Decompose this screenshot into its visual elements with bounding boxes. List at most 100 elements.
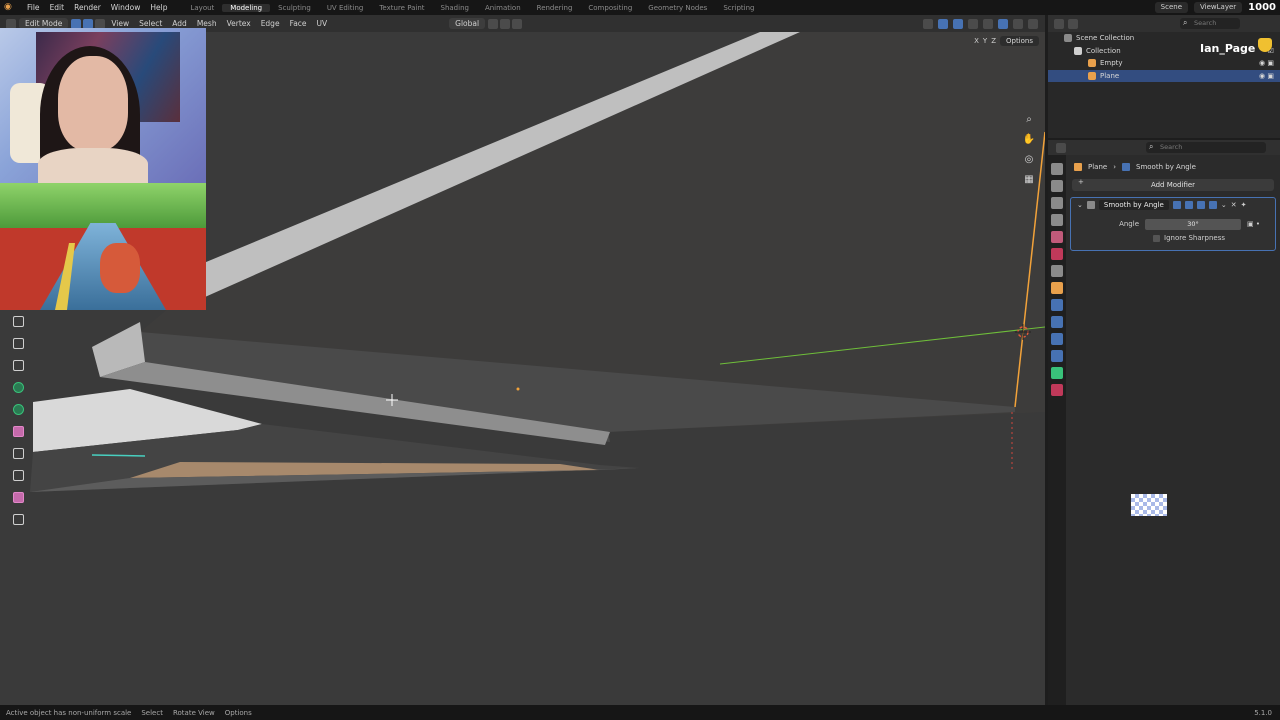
angle-field[interactable]: 30° — [1145, 218, 1241, 230]
tab-scripting[interactable]: Scripting — [715, 4, 762, 12]
tab-animation[interactable]: Animation — [477, 4, 529, 12]
edge-select-icon[interactable] — [83, 18, 94, 29]
tool-rip[interactable] — [8, 510, 28, 529]
render-toggle-icon[interactable] — [1208, 201, 1217, 209]
face-select-icon[interactable] — [95, 18, 106, 29]
tab-rendering[interactable]: Rendering — [529, 4, 581, 12]
particles-tab-icon[interactable] — [1051, 316, 1063, 328]
mirror-axis-x[interactable]: X — [974, 37, 979, 45]
mirror-axis-y[interactable]: Y — [983, 37, 987, 45]
scene-tab-icon[interactable] — [1051, 231, 1063, 243]
tool-spin[interactable] — [8, 444, 28, 463]
mirror-axis-z[interactable]: Z — [991, 37, 996, 45]
camera-view-icon[interactable]: ◎ — [1021, 152, 1037, 168]
material-shading-icon[interactable] — [1013, 18, 1023, 29]
tab-uv-editing[interactable]: UV Editing — [319, 4, 372, 12]
xray-icon[interactable] — [968, 18, 978, 29]
menu-edit[interactable]: Edit — [45, 3, 70, 12]
tool-extrude[interactable] — [8, 312, 28, 331]
transform-orientation-selector[interactable]: Global — [449, 18, 486, 29]
tool-bevel[interactable] — [8, 356, 28, 375]
constraints-tab-icon[interactable] — [1051, 350, 1063, 362]
menu-help[interactable]: Help — [145, 3, 172, 12]
tab-shading[interactable]: Shading — [433, 4, 477, 12]
collection-tab-icon[interactable] — [1051, 265, 1063, 277]
vertex-select-icon[interactable] — [71, 18, 82, 29]
chevron-down-icon[interactable]: ⌄ — [1077, 201, 1083, 209]
snap-icon[interactable] — [500, 18, 511, 29]
display-mode-icon[interactable] — [1068, 18, 1078, 29]
pivot-icon[interactable] — [488, 18, 499, 29]
tool-knife[interactable] — [8, 400, 28, 419]
menu-edge[interactable]: Edge — [256, 19, 285, 28]
pin-icon[interactable]: ✦ — [1241, 201, 1247, 209]
edit-mode-toggle-icon[interactable] — [1172, 201, 1181, 209]
add-modifier-button[interactable]: Add Modifier — [1072, 178, 1274, 191]
data-tab-icon[interactable] — [1051, 367, 1063, 379]
menu-uv[interactable]: UV — [312, 19, 333, 28]
menu-view[interactable]: View — [106, 19, 134, 28]
menu-file[interactable]: File — [22, 3, 45, 12]
close-icon[interactable]: ✕ — [1231, 201, 1237, 209]
physics-tab-icon[interactable] — [1051, 333, 1063, 345]
options-dropdown[interactable]: Options — [999, 36, 1039, 46]
tab-modeling[interactable]: Modeling — [222, 3, 271, 12]
menu-select[interactable]: Select — [134, 19, 167, 28]
eye-icon[interactable]: ◉ ▣ — [1259, 72, 1274, 80]
render-tab-icon[interactable] — [1051, 180, 1063, 192]
outliner-search-input[interactable]: Search — [1180, 17, 1240, 29]
proportional-edit-icon[interactable] — [512, 18, 523, 29]
tool-smooth[interactable] — [8, 466, 28, 485]
tool-inset[interactable] — [8, 334, 28, 353]
menu-face[interactable]: Face — [285, 19, 312, 28]
outliner-editor-icon[interactable] — [1054, 18, 1064, 29]
ignore-sharpness-checkbox[interactable] — [1153, 234, 1160, 242]
cage-toggle-icon[interactable] — [1184, 201, 1193, 209]
viewport-toggle-icon[interactable] — [1196, 201, 1205, 209]
tab-texture-paint[interactable]: Texture Paint — [371, 4, 432, 12]
view-layer-selector[interactable]: ViewLayer — [1194, 2, 1243, 13]
world-tab-icon[interactable] — [1051, 248, 1063, 260]
menu-render[interactable]: Render — [69, 3, 106, 12]
menu-window[interactable]: Window — [106, 3, 146, 12]
modifier-tab-icon[interactable] — [1051, 299, 1063, 311]
modifier-name-field[interactable]: Smooth by Angle — [1098, 200, 1169, 210]
blender-logo-icon[interactable]: ◉ — [4, 2, 18, 13]
object-origin-icon — [516, 387, 520, 391]
visibility-icon[interactable] — [923, 18, 933, 29]
dropdown-icon[interactable]: ⌄ — [1221, 201, 1227, 209]
object-tab-icon[interactable] — [1051, 282, 1063, 294]
tab-sculpting[interactable]: Sculpting — [270, 4, 319, 12]
tab-compositing[interactable]: Compositing — [580, 4, 640, 12]
tool-poly-build[interactable] — [8, 422, 28, 441]
tab-layout[interactable]: Layout — [182, 4, 222, 12]
outliner-row-plane[interactable]: Plane ◉ ▣ — [1048, 69, 1280, 82]
tool-tab-icon[interactable] — [1051, 163, 1063, 175]
outliner-row-empty[interactable]: Empty ◉ ▣ — [1048, 57, 1280, 70]
hint-rotate-view: Rotate View — [172, 708, 215, 717]
zoom-icon[interactable]: ⌕ — [1021, 112, 1037, 128]
view-layer-tab-icon[interactable] — [1051, 214, 1063, 226]
properties-search-input[interactable]: Search — [1146, 141, 1266, 153]
overlay-icon[interactable] — [953, 18, 963, 29]
tab-geometry-nodes[interactable]: Geometry Nodes — [640, 4, 715, 12]
wireframe-shading-icon[interactable] — [983, 18, 993, 29]
pan-hand-icon[interactable]: ✋ — [1021, 132, 1037, 148]
menu-vertex[interactable]: Vertex — [222, 19, 256, 28]
menu-add[interactable]: Add — [167, 19, 192, 28]
solid-shading-icon[interactable] — [998, 18, 1008, 29]
keyframe-icon[interactable]: ▣ • — [1247, 220, 1260, 228]
eye-icon[interactable]: ◉ ▣ — [1259, 59, 1274, 67]
editor-type-icon[interactable] — [6, 18, 16, 29]
rendered-shading-icon[interactable] — [1028, 18, 1038, 29]
tool-loop-cut[interactable] — [8, 378, 28, 397]
output-tab-icon[interactable] — [1051, 197, 1063, 209]
menu-mesh[interactable]: Mesh — [192, 19, 222, 28]
gizmo-icon[interactable] — [938, 18, 948, 29]
properties-editor-icon[interactable] — [1056, 142, 1066, 153]
perspective-toggle-icon[interactable]: ▦ — [1021, 172, 1037, 188]
scene-selector[interactable]: Scene — [1154, 2, 1189, 13]
material-tab-icon[interactable] — [1051, 384, 1063, 396]
tool-shrink-fatten[interactable] — [8, 488, 28, 507]
transform-gizmo-mark — [91, 454, 146, 457]
